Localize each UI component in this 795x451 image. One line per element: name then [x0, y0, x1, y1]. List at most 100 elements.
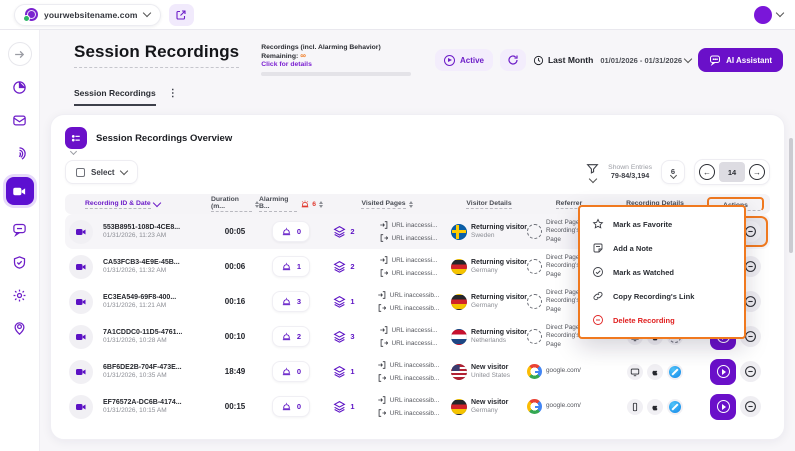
exit-url: URL inaccessi... — [392, 340, 438, 347]
collapse-card-chevron-icon[interactable] — [70, 148, 77, 155]
visitor-country: Germany — [471, 407, 508, 414]
menu-item-delete-recording[interactable]: Delete Recording — [580, 308, 744, 332]
recordings-list-icon — [65, 127, 87, 149]
ai-assistant-button[interactable]: AI Assistant — [698, 48, 783, 72]
col-recording-id-date[interactable]: Recording ID & Date — [65, 200, 211, 209]
menu-item-copy-link[interactable]: Copy Recording's Link — [580, 284, 744, 308]
refresh-icon — [507, 54, 519, 66]
site-favicon-globe-icon — [25, 8, 38, 21]
sidebar-item-privacy[interactable] — [8, 250, 32, 274]
recording-camera-icon — [69, 325, 93, 349]
shield-check-icon — [12, 255, 27, 270]
prev-page-button[interactable]: ← — [699, 164, 715, 180]
visitor-type: Returning visitor — [471, 329, 527, 336]
star-icon — [592, 218, 604, 230]
open-site-button[interactable] — [169, 4, 194, 26]
infinity-value: ∞ — [300, 51, 306, 60]
pie-chart-icon — [12, 80, 27, 95]
select-label: Select — [91, 168, 115, 177]
google-referrer-icon — [527, 364, 542, 379]
row-actions-button[interactable] — [740, 396, 761, 417]
sidebar-collapse-button[interactable] — [8, 42, 32, 66]
exit-url: URL inaccessi... — [392, 270, 438, 277]
recording-camera-icon — [69, 255, 93, 279]
alarm-icon — [281, 296, 292, 307]
sidebar-nav — [0, 30, 40, 451]
alarming-count-badge: 0 — [272, 221, 310, 242]
tab-session-recordings[interactable]: Session Recordings — [74, 88, 156, 106]
sidebar-item-visitors[interactable] — [8, 316, 32, 340]
sidebar-item-feedback[interactable] — [8, 217, 32, 241]
date-range-picker[interactable]: 01/01/2026 - 01/31/2026 — [600, 56, 691, 65]
chat-icon — [709, 54, 721, 66]
shown-entries-label: Shown Entries — [608, 164, 652, 171]
pages-count: 2 — [350, 227, 354, 236]
recording-camera-icon — [69, 360, 93, 384]
entry-url: URL inaccessi... — [392, 222, 438, 229]
duration-value: 00:05 — [211, 227, 259, 236]
tab-bar: Session Recordings ⋮ — [40, 76, 795, 106]
fingerprint-icon — [12, 146, 27, 161]
menu-item-mark-favorite[interactable]: Mark as Favorite — [580, 212, 744, 236]
chevron-down-icon — [142, 9, 150, 17]
col-duration[interactable]: Duration (m... — [211, 196, 259, 212]
check-circle-icon — [592, 266, 604, 278]
safari-browser-icon — [667, 399, 683, 415]
next-page-button[interactable]: → — [749, 164, 765, 180]
exit-url: URL inaccessi... — [392, 235, 438, 242]
sidebar-item-analytics[interactable] — [8, 75, 32, 99]
recording-date: 01/31/2026, 10:35 AM — [103, 372, 182, 379]
last-month-filter[interactable]: Last Month — [533, 55, 593, 66]
alarming-count-badge: 0 — [272, 396, 310, 417]
layers-icon — [333, 330, 346, 343]
menu-item-mark-watched[interactable]: Mark as Watched — [580, 260, 744, 284]
video-camera-icon — [12, 184, 27, 199]
no-referrer-icon — [527, 329, 542, 344]
sidebar-item-settings[interactable] — [8, 283, 32, 307]
col-alarming[interactable]: Alarming B... 6 — [259, 196, 323, 212]
visitor-type: Returning visitor — [471, 259, 527, 266]
site-selector[interactable]: yourwebsitename.com — [14, 4, 161, 26]
no-referrer-icon — [527, 224, 542, 239]
play-recording-button[interactable] — [710, 394, 736, 420]
page-size-selector[interactable]: 6 — [661, 160, 685, 184]
filter-button[interactable] — [586, 162, 599, 182]
table-row[interactable]: EF76572A-DC6B-4174...01/31/2026, 10:15 A… — [65, 389, 770, 424]
sidebar-item-session-recordings[interactable] — [6, 177, 34, 205]
select-dropdown[interactable]: Select — [65, 160, 138, 184]
select-all-checkbox[interactable] — [76, 168, 85, 177]
user-avatar[interactable] — [754, 6, 772, 24]
sidebar-item-behavior[interactable] — [8, 141, 32, 165]
page-exit-icon — [379, 338, 389, 348]
top-bar: yourwebsitename.com — [0, 0, 795, 30]
table-row[interactable]: 6BF6DE2B-704F-473E...01/31/2026, 10:35 A… — [65, 354, 770, 389]
row-actions-button[interactable] — [740, 361, 761, 382]
page-scrollbar-thumb[interactable] — [789, 138, 793, 253]
play-recording-button[interactable] — [710, 359, 736, 385]
recording-camera-icon — [69, 290, 93, 314]
visitor-country: Sweden — [471, 232, 527, 239]
alarming-count-badge: 0 — [272, 361, 310, 382]
layers-icon — [333, 260, 346, 273]
visitor-type: Returning visitor — [471, 294, 527, 301]
chevron-down-icon — [119, 166, 127, 174]
menu-item-add-note[interactable]: Add a Note — [580, 236, 744, 260]
sidebar-item-inbox[interactable] — [8, 108, 32, 132]
account-chevron-down-icon[interactable] — [776, 9, 784, 17]
pages-count: 1 — [350, 402, 354, 411]
visitor-type: New visitor — [471, 364, 510, 371]
exit-url: URL inaccessib... — [390, 375, 440, 382]
alarm-icon — [281, 226, 292, 237]
refresh-button[interactable] — [500, 49, 526, 71]
recording-date: 01/31/2026, 10:15 AM — [103, 407, 182, 414]
minus-circle-icon — [744, 400, 757, 413]
col-visited-pages[interactable]: Visited Pages — [323, 200, 451, 209]
last-month-label: Last Month — [548, 55, 593, 65]
recording-id: EC3EA549-69F8-400... — [103, 294, 176, 301]
site-name: yourwebsitename.com — [44, 10, 138, 20]
active-status-button[interactable]: Active — [435, 49, 493, 71]
tab-options-kebab-icon[interactable]: ⋮ — [168, 91, 178, 103]
no-referrer-icon — [527, 294, 542, 309]
click-for-details-link[interactable]: Click for details — [261, 61, 413, 68]
col-visitor-details: Visitor Details — [451, 200, 527, 209]
